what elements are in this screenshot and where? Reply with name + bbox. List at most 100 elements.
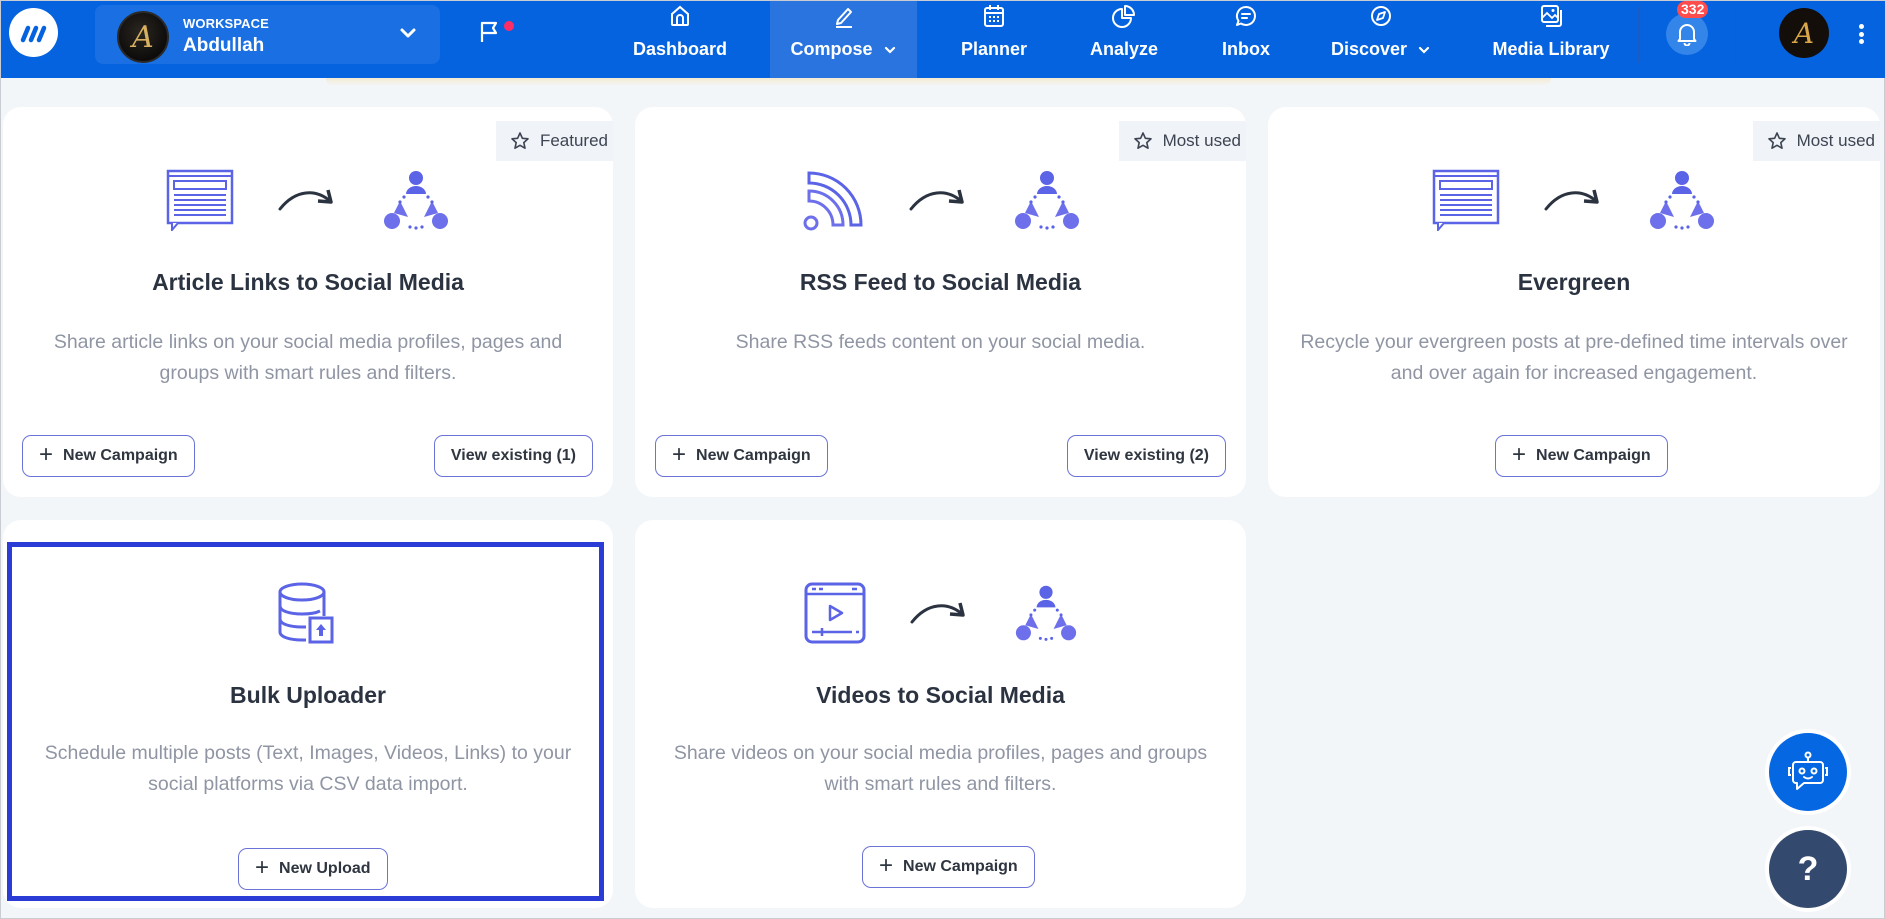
notification-count-badge: 332 xyxy=(1677,1,1709,18)
nav-divider xyxy=(1638,7,1639,63)
badge-label: Featured xyxy=(539,131,608,150)
image-gallery-icon xyxy=(1541,5,1562,27)
nav-planner-label: Planner xyxy=(960,39,1028,59)
user-avatar[interactable]: A xyxy=(1779,8,1829,58)
new-campaign-button[interactable]: + New Campaign xyxy=(22,435,195,477)
nav-media-library[interactable]: Media Library xyxy=(1486,1,1616,78)
card-illustration xyxy=(1268,169,1880,231)
button-label: New Campaign xyxy=(63,447,178,464)
pie-chart-icon xyxy=(1112,5,1135,28)
star-icon xyxy=(1133,132,1152,150)
new-campaign-button[interactable]: + New Campaign xyxy=(1495,435,1668,477)
nav-planner[interactable]: Planner xyxy=(949,1,1039,78)
nav-shadow xyxy=(326,78,1551,86)
workspace-switcher[interactable]: A WORKSPACE Abdullah xyxy=(95,5,440,64)
arrow-right-icon xyxy=(1544,189,1599,211)
plus-icon: + xyxy=(879,852,894,879)
card-illustration xyxy=(3,169,613,231)
nav-divider xyxy=(1735,7,1736,63)
chatbot-button[interactable] xyxy=(1769,733,1847,811)
chevron-down-icon xyxy=(884,46,895,54)
star-icon xyxy=(511,132,529,150)
calendar-icon xyxy=(984,5,1004,27)
button-label: New Campaign xyxy=(903,858,1018,875)
plus-icon: + xyxy=(1512,441,1527,468)
plus-icon: + xyxy=(672,441,687,468)
card-title: Article Links to Social Media xyxy=(152,269,464,295)
card-description: Share videos on your social media profil… xyxy=(673,742,1208,795)
social-network-icon xyxy=(1015,585,1076,641)
card-description: Share RSS feeds content on your social m… xyxy=(735,331,1146,353)
flag-notification-dot xyxy=(504,21,514,31)
chat-icon xyxy=(1235,5,1256,26)
app-logo[interactable] xyxy=(9,8,58,57)
chevron-down-icon xyxy=(1418,46,1430,54)
card-bulk-uploader: Bulk Uploader Schedule multiple posts (T… xyxy=(3,520,613,908)
plus-icon: + xyxy=(255,854,270,881)
new-upload-button[interactable]: + New Upload xyxy=(238,848,388,890)
help-button[interactable]: ? xyxy=(1769,830,1847,908)
card-title: Evergreen xyxy=(1517,269,1631,295)
workspace-name: Abdullah xyxy=(183,35,265,56)
article-icon xyxy=(1432,169,1500,231)
nav-analyze-label: Analyze xyxy=(1089,39,1159,59)
arrow-right-icon xyxy=(278,189,333,211)
nav-inbox[interactable]: Inbox xyxy=(1206,1,1286,78)
chevron-down-icon xyxy=(400,28,416,38)
notifications-button[interactable] xyxy=(1666,13,1708,55)
view-existing-button[interactable]: View existing (2) xyxy=(1066,435,1226,477)
badge-label: Most used xyxy=(1796,131,1875,150)
compass-icon xyxy=(1371,6,1391,26)
home-icon xyxy=(671,5,689,26)
rss-icon xyxy=(803,171,863,231)
most-used-badge: Most used xyxy=(1752,121,1880,161)
nav-inbox-label: Inbox xyxy=(1222,39,1270,59)
featured-badge: Featured xyxy=(495,121,613,161)
new-campaign-button[interactable]: + New Campaign xyxy=(655,435,828,477)
arrow-right-icon xyxy=(910,602,965,624)
bell-icon xyxy=(1677,24,1697,46)
workspace-label: WORKSPACE xyxy=(183,16,269,31)
card-rss-feed: Most used RSS Feed to Social Media Share… xyxy=(635,107,1246,497)
social-network-icon xyxy=(1650,171,1714,230)
card-illustration xyxy=(3,582,613,646)
more-options-icon[interactable] xyxy=(1854,21,1868,47)
card-illustration xyxy=(635,582,1246,644)
card-title: Bulk Uploader xyxy=(230,682,386,708)
button-label: View existing (1) xyxy=(450,447,576,464)
button-label: New Upload xyxy=(279,860,371,877)
plus-icon: + xyxy=(39,441,54,468)
nav-discover-label: Discover xyxy=(1330,39,1408,59)
card-videos: Videos to Social Media Share videos on y… xyxy=(635,520,1246,908)
badge-label: Most used xyxy=(1162,131,1241,150)
card-title: Videos to Social Media xyxy=(816,682,1065,708)
workspace-avatar: A xyxy=(117,11,169,63)
video-player-icon xyxy=(804,582,865,644)
card-description: Share article links on your social media… xyxy=(53,331,563,384)
card-evergreen: Most used Evergreen Recycle your evergre… xyxy=(1268,107,1880,497)
card-article-links: Featured Article Links to Social Media S… xyxy=(3,107,613,497)
arrow-right-icon xyxy=(909,189,964,211)
view-existing-button[interactable]: View existing (1) xyxy=(433,435,593,477)
card-title: RSS Feed to Social Media xyxy=(799,269,1082,295)
nav-discover[interactable]: Discover xyxy=(1316,1,1446,78)
nav-dashboard-label: Dashboard xyxy=(632,39,728,59)
pencil-icon xyxy=(835,8,852,28)
nav-dashboard[interactable]: Dashboard xyxy=(630,1,730,78)
card-illustration xyxy=(635,169,1246,231)
help-icon: ? xyxy=(1797,849,1819,888)
card-description: Schedule multiple posts (Text, Images, V… xyxy=(44,742,572,795)
flag-icon[interactable] xyxy=(479,20,501,44)
star-icon xyxy=(1767,132,1786,150)
nav-compose[interactable]: Compose xyxy=(770,1,917,78)
new-campaign-button[interactable]: + New Campaign xyxy=(862,846,1035,888)
robot-icon xyxy=(1788,751,1828,790)
nav-compose-label: Compose xyxy=(790,39,873,59)
nav-analyze[interactable]: Analyze xyxy=(1079,1,1169,78)
social-network-icon xyxy=(384,171,448,230)
social-network-icon xyxy=(1014,171,1079,230)
database-upload-icon xyxy=(278,582,334,644)
most-used-badge: Most used xyxy=(1118,121,1246,161)
top-nav: A WORKSPACE Abdullah Dashboard Compose P… xyxy=(1,1,1885,78)
logo-icon xyxy=(20,25,46,42)
